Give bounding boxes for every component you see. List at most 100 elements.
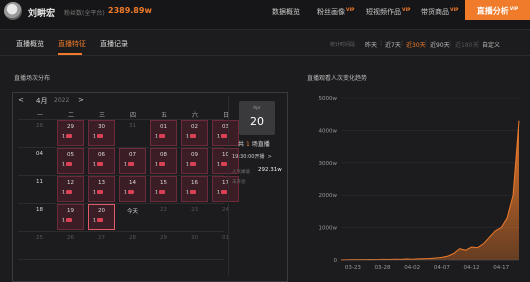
range-90d[interactable]: 近90天: [430, 40, 450, 49]
live-tv-icon: [127, 190, 134, 194]
nav-label: 数据概览: [272, 8, 300, 16]
live-count-badge: 1: [124, 162, 134, 168]
day-number: 05: [67, 152, 74, 158]
selected-day: 20: [250, 115, 264, 128]
tab-live-records[interactable]: 直播记录: [100, 39, 128, 49]
calendar-day-cell[interactable]: 06 1: [88, 148, 115, 174]
calendar-day-cell[interactable]: 11: [26, 176, 53, 202]
live-tv-icon: [220, 134, 227, 138]
live-count-number: 1: [62, 190, 65, 196]
calendar-day-cell[interactable]: 04: [26, 148, 53, 174]
live-tv-icon: [220, 162, 227, 166]
calendar-day-cell[interactable]: 05 1: [57, 148, 84, 174]
day-number: 02: [191, 124, 198, 130]
day-number: 04: [36, 151, 43, 157]
selected-date-card: Apr 20: [239, 101, 275, 135]
calendar-day-cell[interactable]: 今天: [119, 204, 146, 230]
live-tv-icon: [96, 218, 103, 222]
y-tick-label: 4000w: [319, 128, 338, 134]
calendar-day-cell[interactable]: 01 1: [150, 120, 177, 146]
range-yesterday[interactable]: 昨天: [365, 40, 377, 49]
calendar-day-cell[interactable]: 22: [150, 204, 177, 230]
day-number: 23: [191, 207, 198, 213]
tab-live-features[interactable]: 直播特征: [58, 39, 86, 49]
calendar-day-cell[interactable]: 15 1: [150, 176, 177, 202]
weekday-label: 四: [129, 112, 136, 119]
nav-live-analysis[interactable]: 直播分析VIP: [465, 0, 530, 20]
popularity-value: 292.31w: [258, 167, 282, 173]
live-count-badge: 1: [155, 190, 165, 196]
weekday-label: 三: [98, 112, 105, 119]
live-count-number: 1: [93, 134, 96, 140]
live-count-number: 1: [155, 162, 158, 168]
nav-label: 短视频作品: [366, 8, 401, 16]
calendar-day-cell[interactable]: 19 1: [57, 204, 84, 230]
calendar-day-cell[interactable]: 02 1: [181, 120, 208, 146]
live-session-link[interactable]: 19:30:00开播 >: [232, 153, 272, 160]
calendar-day-cell[interactable]: 08 1: [150, 148, 177, 174]
y-tick-label: 3000w: [319, 161, 338, 167]
nav-short-videos[interactable]: 短视频作品VIP: [366, 7, 410, 17]
calendar-day-cell[interactable]: 23: [181, 204, 208, 230]
range-7d[interactable]: 近7天: [385, 40, 401, 49]
calendar-day-cell[interactable]: 18: [26, 204, 53, 230]
calendar-day-cell[interactable]: 31: [119, 120, 146, 146]
nav-fans-profile[interactable]: 粉丝画像VIP: [317, 7, 354, 17]
nav-label: 带货商品: [421, 8, 449, 16]
calendar-day-cell[interactable]: 28: [119, 232, 146, 258]
range-custom[interactable]: 自定义: [482, 40, 500, 49]
day-number: 29: [67, 124, 74, 130]
nav-data-overview[interactable]: 数据概览: [272, 7, 301, 17]
calendar-title: 直播场次分布: [14, 75, 51, 82]
live-count-badge: 1: [186, 190, 196, 196]
calendar-day-cell[interactable]: 16 1: [181, 176, 208, 202]
live-count-number: 1: [62, 218, 65, 224]
x-tick-label: 04-02: [404, 265, 420, 271]
live-tv-icon: [158, 162, 165, 166]
live-count-badge: 1: [217, 190, 227, 196]
live-count: 共 1 场直播: [238, 139, 270, 148]
calendar-day-cell[interactable]: 26: [57, 232, 84, 258]
calendar-day-cell[interactable]: 30: [181, 232, 208, 258]
day-number: 13: [98, 180, 105, 186]
live-count-number: 1: [93, 162, 96, 168]
calendar-day-cell[interactable]: 29 1: [57, 120, 84, 146]
calendar-day-cell[interactable]: 30 1: [88, 120, 115, 146]
calendar-day-cell[interactable]: 07 1: [119, 148, 146, 174]
live-tv-icon: [158, 134, 165, 138]
viewer-trend-chart: 0 1000w 2000w 3000w 4000w 5000w 03-23 03-28 04-0…: [319, 96, 520, 271]
live-tv-icon: [65, 134, 72, 138]
next-month-button[interactable]: >: [78, 96, 84, 104]
live-count-badge: 1: [93, 190, 103, 196]
calendar-day-cell[interactable]: 13 1: [88, 176, 115, 202]
range-30d[interactable]: 近30天: [406, 40, 426, 49]
prev-month-button[interactable]: <: [18, 96, 24, 104]
series-area: [341, 120, 519, 261]
calendar-day-cell[interactable]: 12 1: [57, 176, 84, 202]
live-count-number: 1: [62, 162, 65, 168]
calendar-day-cell[interactable]: 29: [150, 232, 177, 258]
day-number: 06: [98, 152, 105, 158]
y-tick-label: 1000w: [319, 226, 338, 232]
live-tv-icon: [189, 190, 196, 194]
calendar-day-cell[interactable]: 27: [88, 232, 115, 258]
selected-month: Apr: [253, 106, 261, 111]
live-count-badge: 1: [93, 218, 103, 224]
live-count-badge: 1: [62, 218, 72, 224]
range-180d[interactable]: 近180天: [455, 40, 478, 49]
x-tick-label: 04-07: [434, 265, 450, 271]
chart-title: 直播观看人次变化趋势: [307, 75, 368, 82]
weekday-label: 一: [36, 112, 43, 119]
month-label: 4月: [36, 97, 48, 105]
nav-products[interactable]: 带货商品VIP: [421, 7, 458, 17]
calendar-day-cell[interactable]: 20 1: [88, 204, 115, 230]
calendar-day-cell[interactable]: 28: [26, 120, 53, 146]
live-count-number: 1: [155, 190, 158, 196]
tab-live-overview[interactable]: 直播概览: [16, 39, 44, 49]
calendar-day-cell[interactable]: 09 1: [181, 148, 208, 174]
range-divider: |: [449, 40, 452, 47]
calendar-day-cell[interactable]: 25: [26, 232, 53, 258]
calendar-day-cell[interactable]: 14 1: [119, 176, 146, 202]
avatar[interactable]: [4, 2, 22, 20]
day-number: 28: [129, 235, 136, 241]
